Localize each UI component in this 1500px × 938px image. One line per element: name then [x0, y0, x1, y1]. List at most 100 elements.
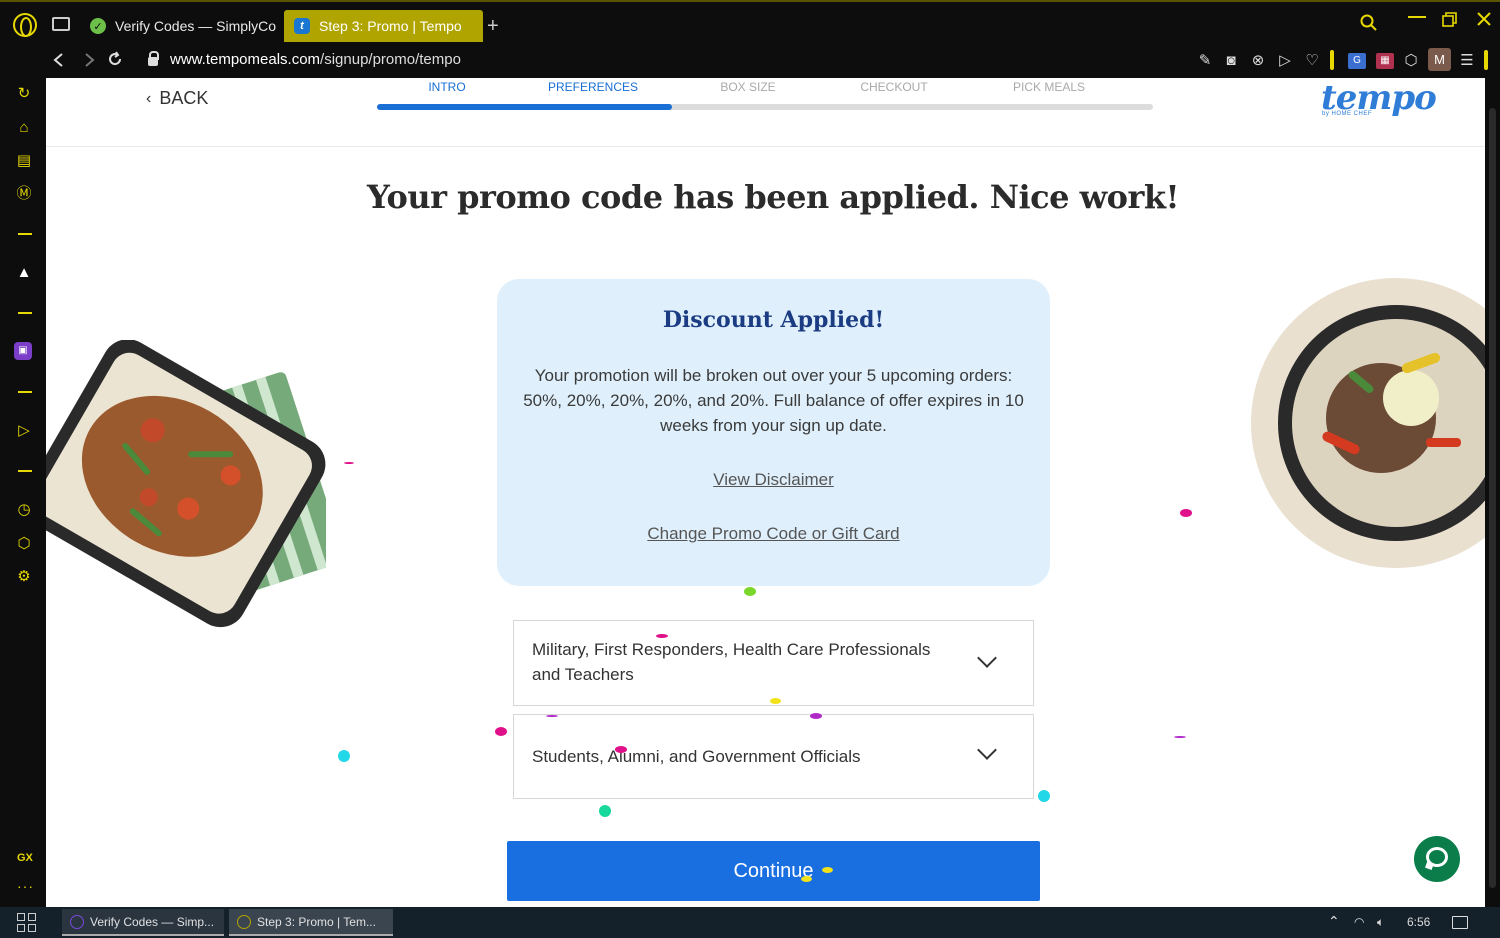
- chevron-down-icon: [977, 648, 997, 668]
- clock-time[interactable]: 6:56: [1407, 915, 1430, 929]
- step-preferences[interactable]: PREFERENCES: [518, 80, 668, 94]
- change-promo-link[interactable]: Change Promo Code or Gift Card: [497, 524, 1050, 544]
- divider: [1330, 50, 1334, 70]
- gx-control-icon[interactable]: ↻: [14, 84, 34, 104]
- close-icon[interactable]: [1476, 11, 1492, 27]
- tab-title: Verify Codes — SimplyCo: [115, 18, 277, 34]
- url-field[interactable]: www.tempomeals.com/signup/promo/tempo: [148, 51, 461, 68]
- confetti: [822, 867, 833, 873]
- change-promo-label: Change Promo Code or Gift Card: [647, 524, 900, 543]
- progress-track: [377, 104, 1153, 110]
- calendar-extension-icon[interactable]: ▦: [1376, 53, 1394, 69]
- chat-bubble-tail: [1425, 861, 1434, 870]
- back-nav-icon[interactable]: [52, 52, 66, 68]
- taskbar-item-label: Verify Codes — Simp...: [90, 915, 215, 929]
- confetti: [744, 587, 756, 596]
- wifi-icon[interactable]: ◠: [1354, 915, 1364, 929]
- edit-snapshot-icon[interactable]: ✎: [1196, 53, 1214, 69]
- gx-label[interactable]: GX: [17, 852, 33, 864]
- start-icon[interactable]: [17, 913, 37, 933]
- divider: [18, 391, 32, 393]
- aria-icon[interactable]: ▲: [14, 263, 34, 283]
- step-box-size: BOX SIZE: [720, 80, 776, 94]
- profile-avatar[interactable]: M: [1428, 48, 1451, 71]
- confetti: [338, 750, 350, 762]
- player-icon[interactable]: ▷: [14, 421, 34, 441]
- step-pick-meals: PICK MEALS: [1012, 80, 1086, 94]
- confetti: [770, 698, 781, 704]
- tempo-logo-sub: by HOME CHEF: [1322, 111, 1373, 117]
- gx-cleaner-icon[interactable]: ⌂: [14, 118, 34, 138]
- adblock-icon[interactable]: ⊗: [1249, 53, 1267, 69]
- confetti: [1038, 790, 1050, 802]
- confetti: [810, 713, 822, 719]
- back-button[interactable]: ‹ BACK: [146, 88, 208, 109]
- address-bar: www.tempomeals.com/signup/promo/tempo ✎ …: [0, 44, 1500, 78]
- continue-button[interactable]: Continue: [507, 841, 1040, 901]
- confetti: [546, 715, 558, 717]
- settings-gear-icon[interactable]: ⚙: [14, 567, 34, 587]
- step-intro[interactable]: INTRO: [372, 80, 522, 94]
- accordion-military-first-responders[interactable]: Military, First Responders, Health Care …: [513, 620, 1034, 706]
- send-icon[interactable]: ▷: [1276, 53, 1294, 69]
- discount-description: Your promotion will be broken out over y…: [523, 366, 1024, 435]
- taskbar-item-verify-codes[interactable]: Verify Codes — Simp...: [62, 909, 224, 936]
- meal-bowl-image: [1251, 278, 1485, 568]
- view-disclaimer-link[interactable]: View Disclaimer: [497, 470, 1050, 490]
- page-scrollbar[interactable]: [1485, 78, 1500, 907]
- simplycodes-favicon-icon: ✓: [90, 18, 106, 34]
- extensions-cube-icon[interactable]: ⬡: [1402, 53, 1420, 69]
- new-tab-icon[interactable]: +: [487, 15, 499, 38]
- confetti: [801, 876, 812, 882]
- step-checkout: CHECKOUT: [860, 80, 928, 94]
- confetti: [615, 746, 627, 753]
- volume-icon[interactable]: 🔈︎: [1377, 915, 1384, 930]
- camera-icon[interactable]: ◙: [1222, 53, 1240, 69]
- history-icon[interactable]: ◷: [14, 500, 34, 520]
- header-divider: [46, 146, 1485, 147]
- gx-corner-icon[interactable]: ▤: [14, 151, 34, 171]
- divider: [18, 233, 32, 235]
- page-title: Your promo code has been applied. Nice w…: [366, 178, 1180, 216]
- restore-icon[interactable]: [1442, 12, 1458, 28]
- forward-nav-icon[interactable]: [82, 52, 96, 68]
- confetti: [495, 727, 507, 736]
- chevron-up-icon[interactable]: ⌃: [1328, 913, 1340, 930]
- twitch-icon[interactable]: ▣: [14, 342, 32, 360]
- accordion-label: Military, First Responders, Health Care …: [532, 640, 931, 684]
- heart-icon[interactable]: ♡: [1303, 53, 1321, 69]
- reload-icon[interactable]: [107, 51, 123, 67]
- search-icon[interactable]: [1360, 14, 1378, 32]
- accordion-students-alumni[interactable]: Students, Alumni, and Government Officia…: [513, 714, 1034, 799]
- confetti: [1174, 736, 1186, 738]
- opera-logo-icon[interactable]: [13, 13, 37, 37]
- chat-button[interactable]: [1414, 836, 1460, 882]
- minimize-icon[interactable]: [1408, 16, 1426, 18]
- opera-gx-taskbar-icon: [237, 915, 251, 929]
- divider: [18, 470, 32, 472]
- signup-progress: INTRO PREFERENCES BOX SIZE CHECKOUT PICK…: [377, 78, 1153, 110]
- browser-titlebar: ✓ Verify Codes — SimplyCo t Step 3: Prom…: [0, 0, 1500, 44]
- progress-fill: [377, 104, 672, 110]
- tab-tempo-promo[interactable]: t Step 3: Promo | Tempo: [284, 10, 483, 42]
- url-domain: www.tempomeals.com: [170, 51, 321, 68]
- taskbar-item-tempo[interactable]: Step 3: Promo | Tem...: [229, 909, 393, 936]
- scrollbar-thumb[interactable]: [1489, 108, 1496, 888]
- media-m-icon[interactable]: Ⓜ: [14, 184, 34, 204]
- confetti: [1180, 509, 1192, 517]
- notification-icon[interactable]: [1452, 916, 1468, 929]
- browser-sidebar: ↻ ⌂ ▤ Ⓜ ▲ ▣ ▷ ◷ ⬡ ⚙ GX ···: [0, 78, 46, 907]
- tab-verify-codes[interactable]: ✓ Verify Codes — SimplyCo: [80, 10, 280, 42]
- easy-setup-icon[interactable]: ☰: [1458, 53, 1476, 69]
- tab-snapshot-icon[interactable]: [52, 17, 70, 31]
- lock-icon: [148, 51, 159, 66]
- taskbar-item-label: Step 3: Promo | Tem...: [257, 915, 376, 929]
- discount-card: Discount Applied! Your promotion will be…: [497, 279, 1050, 586]
- os-taskbar: Verify Codes — Simp... Step 3: Promo | T…: [0, 907, 1500, 938]
- translate-icon[interactable]: G: [1348, 53, 1366, 69]
- more-icon[interactable]: ···: [17, 878, 34, 894]
- web-page: ‹ BACK INTRO PREFERENCES BOX SIZE CHECKO…: [46, 78, 1485, 907]
- back-label: BACK: [159, 88, 209, 108]
- chevron-left-icon: ‹: [146, 89, 152, 107]
- extensions-box-icon[interactable]: ⬡: [14, 534, 34, 554]
